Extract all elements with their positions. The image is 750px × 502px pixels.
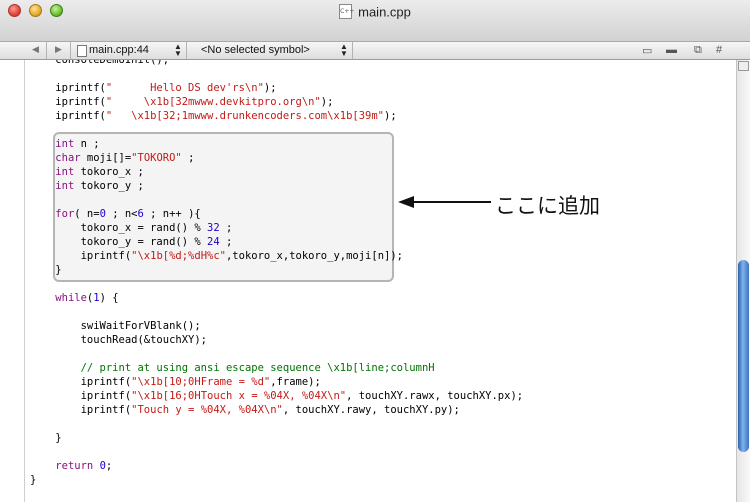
code-line: iprintf("\x1b[10;0HFrame = %d",frame); [30,376,321,388]
title-bar: C++ main.cpp [0,0,750,42]
code-line: consoleDemoInit(); [30,60,170,66]
breakpoints-icon[interactable]: ▬ [666,44,677,56]
counterpart-icon[interactable]: ⧉ [694,44,702,57]
code-line: } [30,474,37,486]
popup-arrows-icon: ▲ ▼ [174,42,182,58]
code-line: for( n=0 ; n<6 ; n++ ){ [55,208,201,220]
navigation-bar: ◀ ▶ main.cpp:44 ▲ ▼ <No selected symbol> … [0,42,750,60]
split-view-button[interactable] [738,61,749,71]
line-gutter[interactable] [0,60,25,502]
annotation-label: ここに追加 [495,194,600,218]
annotation-arrow [405,201,491,203]
nav-divider [352,42,353,59]
code-line: } [30,432,62,444]
code-line: iprintf("\x1b[%d;%dH%c",tokoro_x,tokoro_… [30,250,403,262]
code-line: iprintf(" \x1b[32mwww.devkitpro.org\n"); [30,96,334,108]
code-line: tokoro_x = rand() % 32 ; [30,222,233,234]
bookmarks-icon[interactable]: ▭ [642,44,652,57]
code-line: char moji[]="TOKORO" ; [55,152,195,164]
symbol-popup[interactable]: <No selected symbol> [201,44,310,56]
code-line: iprintf("\x1b[16;0HTouch x = %04X, %04X\… [30,390,524,402]
code-line: touchRead(&touchXY); [30,334,208,346]
nav-divider [70,42,71,59]
code-line: int n ; [55,138,100,150]
popup-arrows-icon: ▲ ▼ [340,42,348,58]
code-line: return 0; [55,460,113,472]
file-location-popup[interactable]: main.cpp:44 [89,44,149,56]
code-line: iprintf(" \x1b[32;1mwww.drunkencoders.co… [30,110,397,122]
code-line: iprintf("Touch y = %04X, %04X\n", touchX… [30,404,460,416]
code-line: iprintf(" Hello DS dev'rs\n"); [30,82,277,94]
back-arrow-icon[interactable]: ◀ [32,44,39,55]
nav-divider [46,42,47,59]
code-editor[interactable]: consoleDemoInit(); iprintf(" Hello DS de… [25,60,736,502]
nav-divider [186,42,187,59]
code-line: tokoro_y = rand() % 24 ; [30,236,233,248]
code-line: // print at using ansi escape sequence \… [80,362,435,374]
code-line: while(1) { [55,292,119,304]
vertical-scrollbar[interactable] [736,60,750,502]
forward-arrow-icon[interactable]: ▶ [55,44,62,55]
code-line: swiWaitForVBlank(); [30,320,201,332]
window-title: main.cpp [358,4,411,20]
scrollbar-thumb[interactable] [738,260,749,452]
code-line: } [30,264,62,276]
window-title-group: C++ main.cpp [0,3,750,21]
includes-icon[interactable]: # [716,44,722,56]
file-icon [77,45,87,57]
code-line: int tokoro_y ; [55,180,144,192]
cpp-file-icon: C++ [339,4,354,20]
code-line: int tokoro_x ; [55,166,144,178]
